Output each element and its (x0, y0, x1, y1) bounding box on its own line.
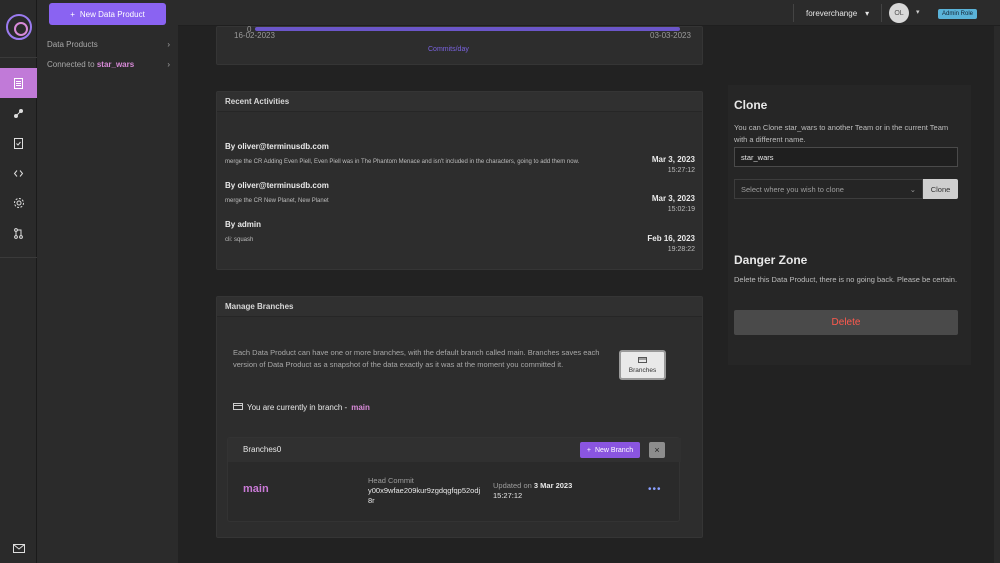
chevron-right-icon: › (167, 60, 170, 69)
activity-message: cli: squash (225, 237, 254, 243)
terminusdb-logo-icon[interactable] (6, 14, 32, 40)
activity-date: Mar 3, 2023 15:27:12 (651, 155, 695, 174)
current-branch-prefix: You are currently in branch - (247, 402, 348, 412)
activity-message: merge the CR New Planet, New Planet (225, 198, 329, 204)
head-commit-label: Head Commit (368, 476, 414, 485)
branches-card: Branches0 + New Branch × main Head Commi… (227, 437, 681, 522)
avatar[interactable]: OL (889, 3, 909, 23)
new-branch-label: New Branch (594, 446, 634, 454)
close-icon[interactable]: × (649, 442, 665, 458)
team-name: foreverchange (806, 8, 858, 18)
updated-date: 3 Mar 2023 (533, 481, 573, 490)
danger-zone-title: Danger Zone (734, 253, 808, 267)
connected-db-link[interactable]: Connected to star_wars › (47, 60, 170, 69)
chart-x-tick-end: 03-03-2023 (650, 31, 691, 40)
code-icon[interactable] (0, 158, 37, 188)
activity-item: By admin cli: squash Feb 16, 2023 19:28:2… (225, 220, 695, 253)
rail-divider (0, 257, 37, 258)
branches-button-label: Branches (628, 367, 657, 374)
chevron-right-icon: › (167, 40, 170, 49)
clone-name-input[interactable] (734, 147, 958, 167)
branches-button[interactable]: Branches (619, 350, 666, 380)
activity-date: Feb 16, 2023 19:28:22 (647, 234, 695, 253)
main-content: 0 16-02-2023 03-03-2023 Commits/day Rece… (178, 25, 1000, 563)
manage-branches-panel: Manage Branches Each Data Product can ha… (216, 296, 703, 538)
activity-time: 19:28:22 (667, 246, 695, 253)
chevron-down-icon: ⌄ (909, 184, 916, 194)
scrollbar[interactable] (994, 26, 1000, 563)
mail-icon[interactable] (0, 533, 37, 563)
clone-title: Clone (734, 98, 768, 112)
top-bar: foreverchange ▾ OL ▾ Admin Role (178, 0, 1000, 26)
manage-branches-title: Manage Branches (217, 297, 702, 317)
secondary-sidebar: + New Data Product Data Products › Conne… (37, 0, 178, 563)
connected-db-name: star_wars (96, 60, 135, 69)
current-branch-info: You are currently in branch - main (233, 402, 370, 412)
team-selector[interactable]: foreverchange ▾ (793, 4, 883, 22)
icon-rail (0, 0, 37, 563)
folder-icon (233, 402, 243, 412)
recent-activities-panel: Recent Activities By oliver@terminusdb.c… (216, 91, 703, 270)
document-icon[interactable] (0, 68, 37, 98)
branches-description: Each Data Product can have one or more b… (233, 348, 600, 369)
activity-author: By oliver@terminusdb.com (225, 181, 329, 190)
clone-destination-select[interactable]: Select where you wish to clone ⌄ (734, 179, 923, 199)
rail-divider (0, 57, 37, 58)
recent-activities-title: Recent Activities (217, 92, 702, 112)
settings-icon[interactable] (0, 188, 37, 218)
folder-icon (638, 356, 647, 365)
delete-button[interactable]: Delete (734, 310, 958, 335)
caret-down-icon: ▾ (865, 8, 870, 18)
danger-zone-description: Delete this Data Product, there is no go… (734, 275, 958, 284)
chart-x-tick-start: 16-02-2023 (234, 31, 275, 40)
activity-date: Mar 3, 2023 15:02:19 (651, 194, 695, 213)
connected-label: Connected to star_wars (47, 60, 135, 69)
checklist-icon[interactable] (0, 128, 37, 158)
caret-down-icon[interactable]: ▾ (916, 8, 920, 16)
clone-description: You can Clone star_wars to another Team … (734, 123, 949, 144)
new-data-product-button[interactable]: + New Data Product (49, 3, 166, 25)
activity-author: By admin (225, 220, 262, 229)
activity-item: By oliver@terminusdb.com merge the CR Ad… (225, 142, 695, 174)
data-products-link[interactable]: Data Products › (47, 40, 170, 49)
activity-message: merge the CR Adding Even Piell, Even Pie… (225, 159, 580, 165)
updated-info: Updated on 3 Mar 2023 15:27:12 (493, 481, 603, 501)
plus-icon: + (70, 9, 75, 19)
head-commit-id: y00x9wfae209kur9zgdqgfqp52odj8r (368, 486, 481, 505)
activity-time: 15:27:12 (667, 167, 695, 174)
plus-icon: + (586, 446, 591, 454)
merge-icon[interactable] (0, 218, 37, 248)
commits-chart-panel: 0 16-02-2023 03-03-2023 Commits/day (216, 25, 703, 65)
new-data-product-label: New Data Product (79, 9, 145, 19)
chart-legend: Commits/day (428, 46, 469, 53)
branches-card-title: Branches0 (243, 445, 282, 454)
clone-select-placeholder: Select where you wish to clone (741, 184, 844, 194)
activity-item: By oliver@terminusdb.com merge the CR Ne… (225, 181, 695, 213)
new-branch-button[interactable]: + New Branch (580, 442, 640, 458)
chart-series-line (255, 27, 680, 31)
role-badge: Admin Role (938, 9, 978, 19)
graph-icon[interactable] (0, 98, 37, 128)
more-options-icon[interactable]: ••• (648, 484, 662, 495)
updated-time: 15:27:12 (493, 491, 523, 500)
data-products-label: Data Products (47, 40, 98, 49)
activity-author: By oliver@terminusdb.com (225, 142, 329, 151)
branch-name-link[interactable]: main (243, 483, 269, 495)
clone-button[interactable]: Clone (923, 179, 958, 199)
current-branch-name: main (351, 402, 370, 412)
activity-time: 15:02:19 (667, 206, 695, 213)
